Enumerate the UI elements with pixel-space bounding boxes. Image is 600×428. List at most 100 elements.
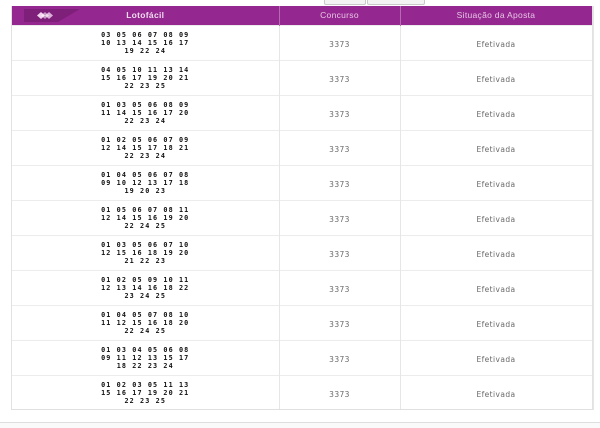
bet-numbers-cell: 01 04 05 06 07 08 09 10 12 13 17 18 19 20 … — [12, 164, 280, 200]
bet-status: Efetivada — [476, 319, 516, 329]
bet-numbers-cell: 03 05 06 07 08 09 10 13 14 15 16 17 19 22 … — [12, 24, 280, 60]
bet-numbers-line: 15 16 17 19 20 21 — [101, 73, 190, 82]
right-panel-edge — [593, 6, 600, 410]
header-game-label: Lotofácil — [126, 10, 165, 21]
status-cell: Efetivada — [400, 129, 592, 165]
header-contest: Concurso — [279, 6, 401, 25]
bet-numbers-line: 01 04 05 06 07 08 — [101, 170, 190, 179]
table-row: 01 04 05 07 08 10 11 12 15 16 18 20 22 24 … — [12, 304, 592, 340]
bet-numbers-line: 22 24 25 — [124, 326, 167, 335]
bet-numbers-line: 12 13 14 16 18 22 — [101, 283, 190, 292]
table-row: 03 05 06 07 08 09 10 13 14 15 16 17 19 22 … — [12, 24, 592, 60]
bet-numbers-line: 22 23 25 — [124, 396, 167, 405]
contest-number: 3373 — [329, 39, 350, 49]
bet-numbers-line: 15 16 17 19 20 21 — [101, 388, 190, 397]
bet-numbers-line: 22 23 24 — [124, 151, 167, 160]
status-cell: Efetivada — [400, 164, 592, 200]
bet-numbers-line: 23 24 25 — [124, 291, 167, 300]
bet-numbers-line: 22 23 25 — [124, 81, 167, 90]
bet-numbers-line: 01 02 05 06 07 09 — [101, 135, 190, 144]
bet-numbers-cell: 01 02 05 06 07 09 12 14 15 17 18 21 22 23 … — [12, 129, 280, 165]
bet-numbers-line: 09 10 12 13 17 18 — [101, 178, 190, 187]
bet-numbers-line: 04 05 10 11 13 14 — [101, 65, 190, 74]
bet-numbers-line: 01 03 04 05 06 08 — [101, 345, 190, 354]
table-row: 01 02 03 05 11 13 15 16 17 19 20 21 22 23 … — [12, 374, 592, 409]
contest-number: 3373 — [329, 389, 350, 399]
table-row: 01 02 05 06 07 09 12 14 15 17 18 21 22 23 … — [12, 129, 592, 165]
bet-numbers: 04 05 10 11 13 14 15 16 17 19 20 21 22 23 … — [12, 66, 279, 90]
contest-number: 3373 — [329, 319, 350, 329]
status-cell: Efetivada — [400, 59, 592, 95]
contest-cell: 3373 — [279, 269, 401, 305]
contest-number: 3373 — [329, 249, 350, 259]
bet-status: Efetivada — [476, 249, 516, 259]
bet-numbers: 01 02 05 09 10 11 12 13 14 16 18 22 23 24 … — [12, 276, 279, 300]
bet-numbers-line: 19 22 24 — [124, 46, 167, 55]
bet-numbers: 01 03 05 06 07 10 12 15 16 18 19 20 21 22 … — [12, 241, 279, 265]
table-row: 01 03 05 06 07 10 12 15 16 18 19 20 21 22 … — [12, 234, 592, 270]
contest-cell: 3373 — [279, 24, 401, 60]
bet-numbers-line: 12 15 16 18 19 20 — [101, 248, 190, 257]
contest-cell: 3373 — [279, 199, 401, 235]
bet-numbers-line: 19 20 23 — [124, 186, 167, 195]
bet-numbers-line: 21 22 23 — [124, 256, 167, 265]
bet-numbers-line: 12 14 15 17 18 21 — [101, 143, 190, 152]
contest-cell: 3373 — [279, 304, 401, 340]
status-cell: Efetivada — [400, 339, 592, 375]
contest-number: 3373 — [329, 109, 350, 119]
bet-numbers-cell: 01 03 05 06 07 10 12 15 16 18 19 20 21 22 … — [12, 234, 280, 270]
bet-numbers-line: 10 13 14 15 16 17 — [101, 38, 190, 47]
bets-table-container: Lotofácil Concurso Situação da Aposta 03… — [11, 6, 593, 410]
contest-cell: 3373 — [279, 94, 401, 130]
bet-numbers-cell: 01 03 05 06 08 09 11 14 15 16 17 20 22 23 … — [12, 94, 280, 130]
bet-numbers: 01 03 05 06 08 09 11 14 15 16 17 20 22 23 … — [12, 101, 279, 125]
bet-numbers-line: 01 02 03 05 11 13 — [101, 380, 190, 389]
lotofacil-logo-icon — [24, 9, 80, 22]
bet-numbers-line: 18 22 23 24 — [116, 361, 174, 370]
header-game: Lotofácil — [12, 6, 280, 25]
bet-numbers: 03 05 06 07 08 09 10 13 14 15 16 17 19 22 … — [12, 31, 279, 55]
contest-number: 3373 — [329, 354, 350, 364]
bottom-bar — [0, 422, 600, 428]
bet-numbers: 01 04 05 07 08 10 11 12 15 16 18 20 22 24 … — [12, 311, 279, 335]
bet-status: Efetivada — [476, 354, 516, 364]
contest-number: 3373 — [329, 214, 350, 224]
bet-numbers-line: 01 05 06 07 08 11 — [101, 205, 190, 214]
bet-numbers-cell: 01 02 03 05 11 13 15 16 17 19 20 21 22 23 … — [12, 374, 280, 409]
bet-numbers-cell: 04 05 10 11 13 14 15 16 17 19 20 21 22 23 … — [12, 59, 280, 95]
table-body: 03 05 06 07 08 09 10 13 14 15 16 17 19 22 … — [12, 24, 592, 409]
contest-number: 3373 — [329, 284, 350, 294]
bet-status: Efetivada — [476, 109, 516, 119]
contest-number: 3373 — [329, 179, 350, 189]
bet-status: Efetivada — [476, 39, 516, 49]
table-row: 04 05 10 11 13 14 15 16 17 19 20 21 22 23 … — [12, 59, 592, 95]
bet-status: Efetivada — [476, 144, 516, 154]
status-cell: Efetivada — [400, 24, 592, 60]
bet-status: Efetivada — [476, 179, 516, 189]
top-tab-2[interactable] — [367, 0, 425, 5]
status-cell: Efetivada — [400, 304, 592, 340]
table-row: 01 05 06 07 08 11 12 14 15 16 19 20 22 24 … — [12, 199, 592, 235]
bet-numbers-line: 01 04 05 07 08 10 — [101, 310, 190, 319]
bet-numbers: 01 02 05 06 07 09 12 14 15 17 18 21 22 23 … — [12, 136, 279, 160]
header-status: Situação da Aposta — [400, 6, 592, 25]
top-tab-1[interactable] — [324, 0, 366, 5]
bet-numbers-cell: 01 04 05 07 08 10 11 12 15 16 18 20 22 24 … — [12, 304, 280, 340]
bet-numbers-line: 12 14 15 16 19 20 — [101, 213, 190, 222]
table-row: 01 03 05 06 08 09 11 14 15 16 17 20 22 23 … — [12, 94, 592, 130]
bets-table: Lotofácil Concurso Situação da Aposta 03… — [12, 6, 592, 409]
contest-cell: 3373 — [279, 59, 401, 95]
table-row: 01 02 05 09 10 11 12 13 14 16 18 22 23 24 … — [12, 269, 592, 305]
bet-numbers: 01 04 05 06 07 08 09 10 12 13 17 18 19 20 … — [12, 171, 279, 195]
bet-numbers-cell: 01 05 06 07 08 11 12 14 15 16 19 20 22 24 … — [12, 199, 280, 235]
status-cell: Efetivada — [400, 269, 592, 305]
bet-numbers-line: 22 24 25 — [124, 221, 167, 230]
bet-numbers-line: 22 23 24 — [124, 116, 167, 125]
table-bottom-border — [11, 409, 593, 410]
bet-numbers: 01 03 04 05 06 08 09 11 12 13 15 17 18 22 … — [12, 346, 279, 370]
contest-cell: 3373 — [279, 164, 401, 200]
bet-numbers-line: 01 02 05 09 10 11 — [101, 275, 190, 284]
contest-number: 3373 — [329, 74, 350, 84]
bet-numbers-line: 01 03 05 06 08 09 — [101, 100, 190, 109]
contest-cell: 3373 — [279, 374, 401, 409]
